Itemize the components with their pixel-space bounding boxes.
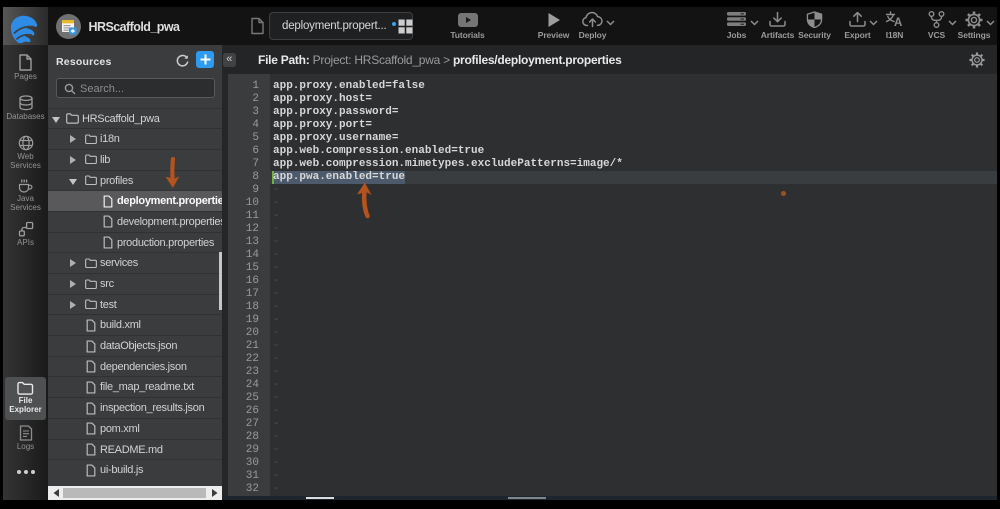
svg-text:A: A [894,17,902,27]
